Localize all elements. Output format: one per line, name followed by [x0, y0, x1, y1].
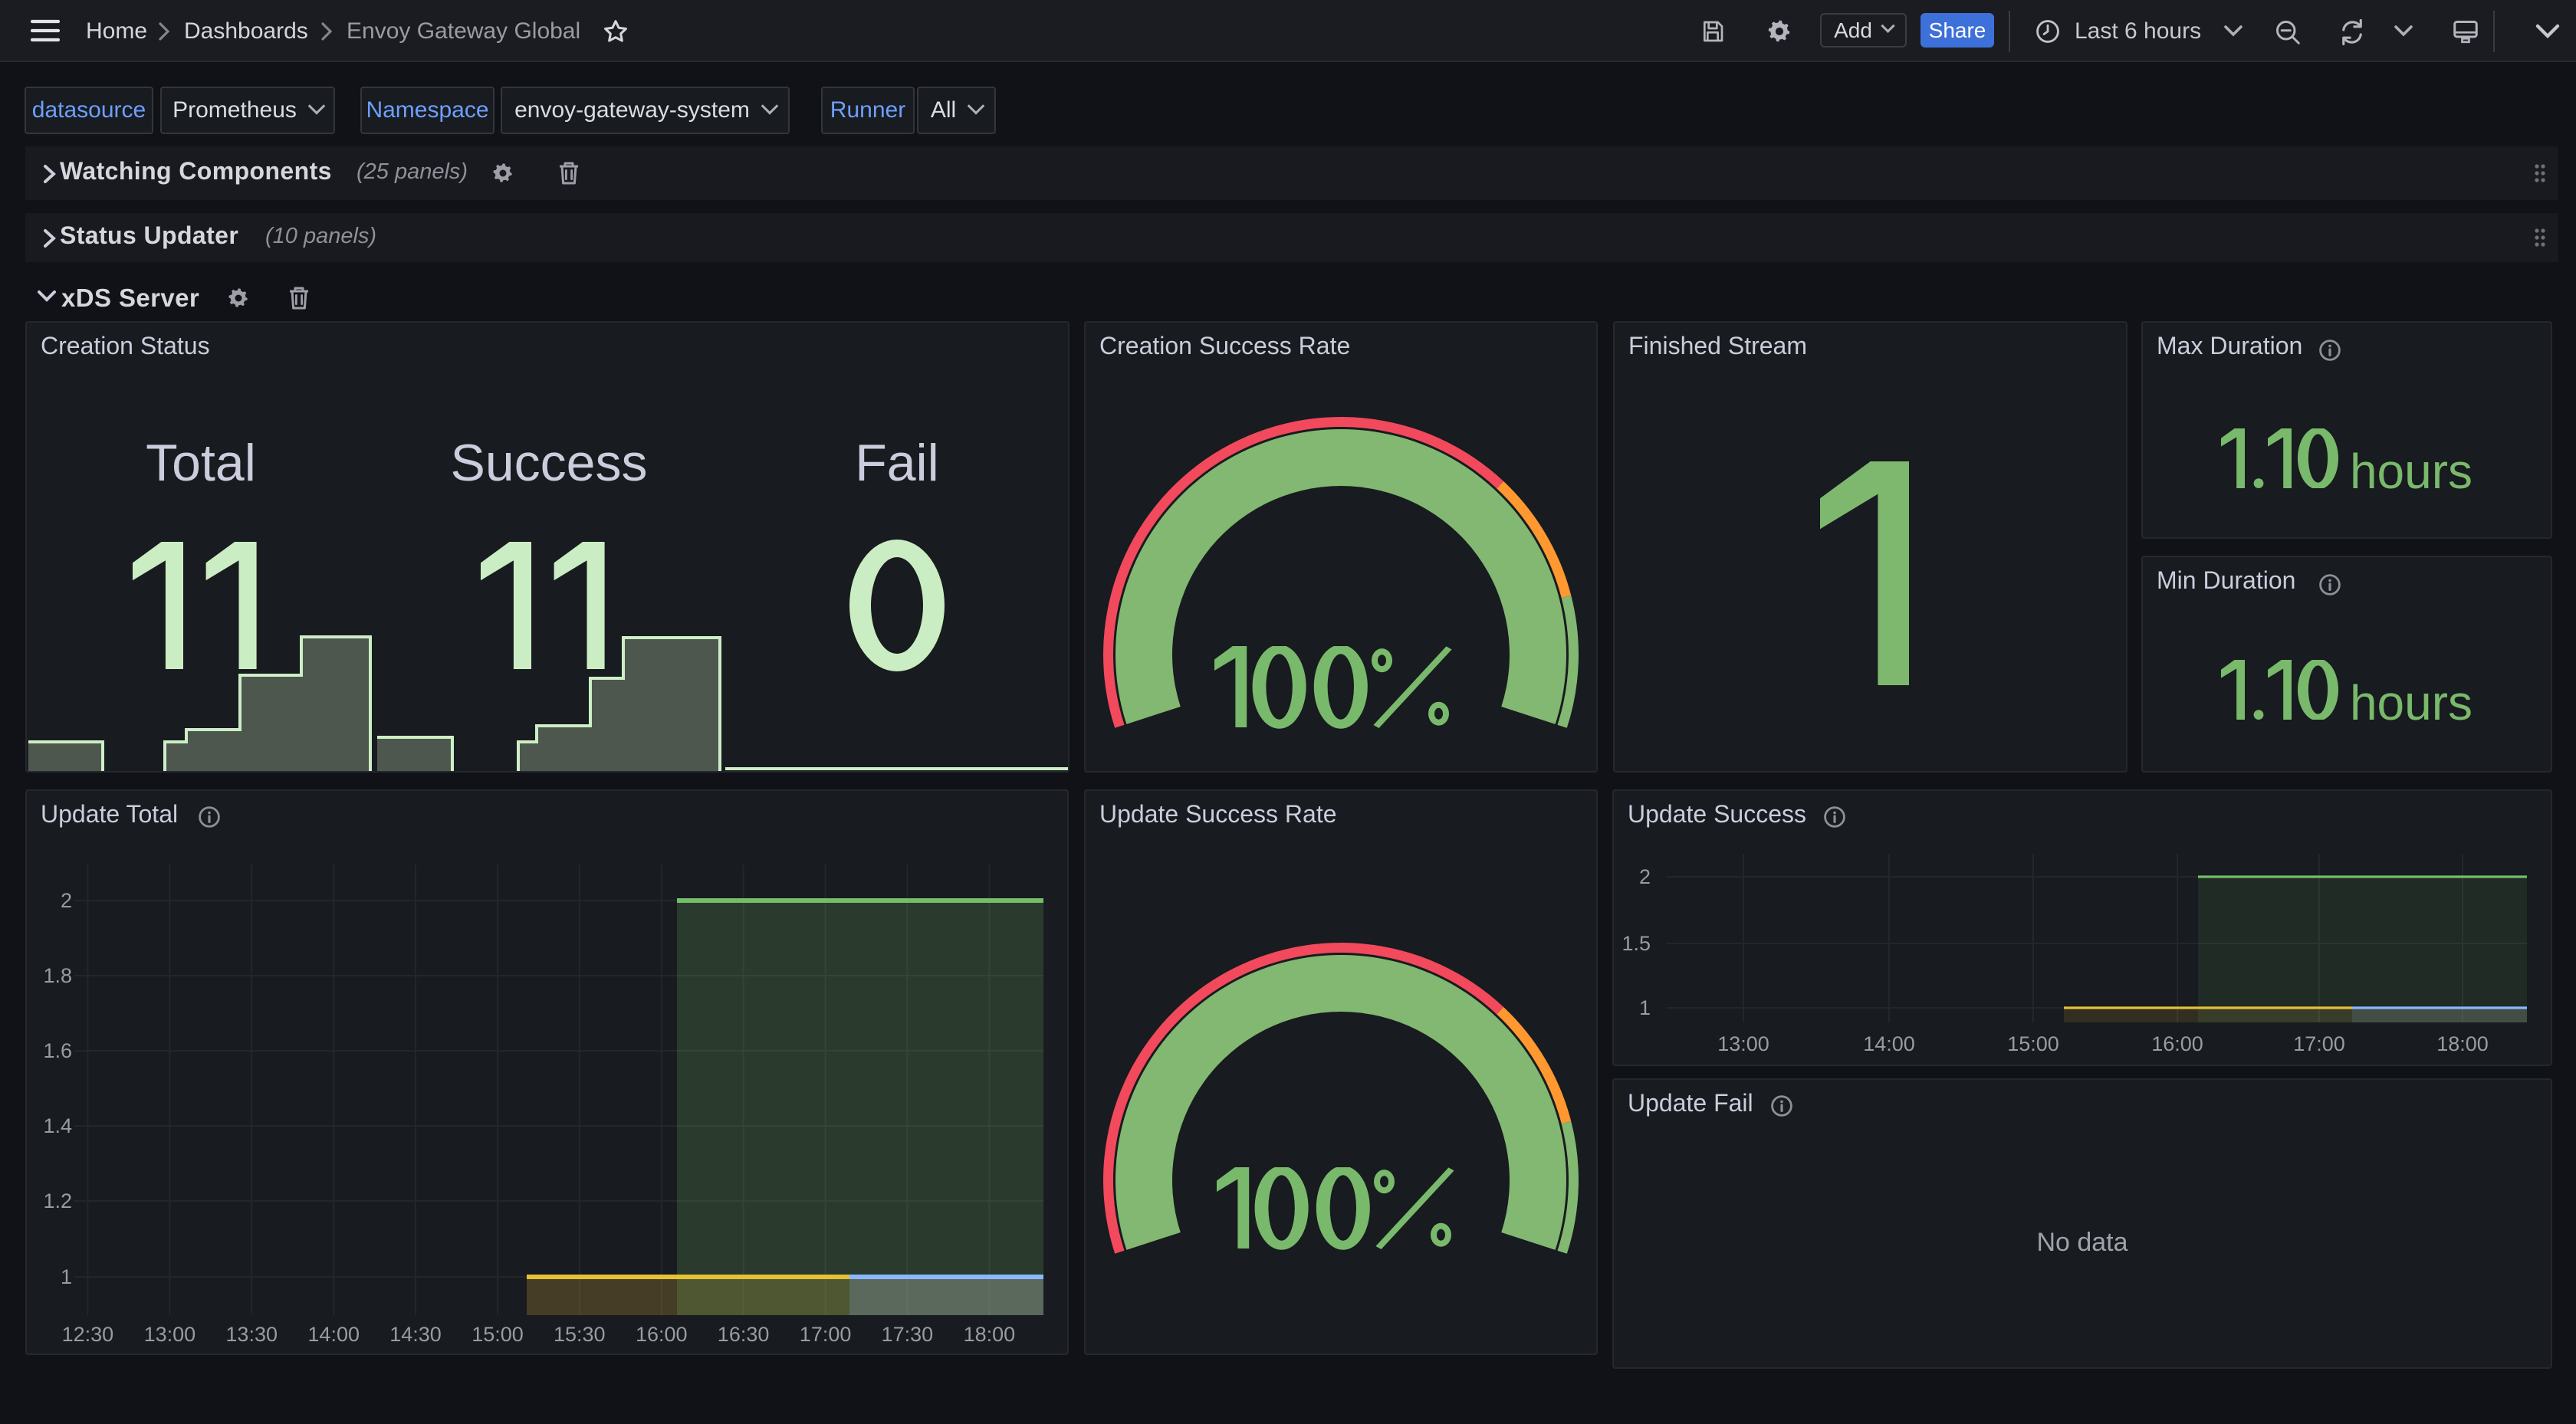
- svg-text:13:00: 13:00: [144, 1323, 196, 1346]
- svg-text:18:00: 18:00: [964, 1323, 1016, 1346]
- svg-text:16:30: 16:30: [718, 1323, 770, 1346]
- svg-text:13:00: 13:00: [1717, 1032, 1769, 1055]
- svg-text:1.8: 1.8: [43, 964, 72, 987]
- svg-text:16:00: 16:00: [2151, 1032, 2203, 1055]
- svg-text:17:00: 17:00: [800, 1323, 852, 1346]
- svg-text:16:00: 16:00: [636, 1323, 688, 1346]
- svg-text:1: 1: [61, 1265, 72, 1288]
- svg-text:2: 2: [1639, 865, 1651, 888]
- svg-text:17:30: 17:30: [882, 1323, 934, 1346]
- svg-text:18:00: 18:00: [2436, 1032, 2489, 1055]
- svg-text:17:00: 17:00: [2293, 1032, 2345, 1055]
- svg-text:14:30: 14:30: [389, 1323, 442, 1346]
- svg-text:13:30: 13:30: [225, 1323, 278, 1346]
- svg-text:1.4: 1.4: [43, 1114, 72, 1137]
- svg-text:1.6: 1.6: [43, 1039, 72, 1062]
- svg-text:1: 1: [1639, 996, 1651, 1019]
- svg-text:12:30: 12:30: [62, 1323, 114, 1346]
- svg-text:15:00: 15:00: [2007, 1032, 2059, 1055]
- svg-text:15:30: 15:30: [554, 1323, 606, 1346]
- svg-text:15:00: 15:00: [472, 1323, 524, 1346]
- svg-text:14:00: 14:00: [307, 1323, 360, 1346]
- svg-text:1.5: 1.5: [1622, 932, 1651, 955]
- svg-text:14:00: 14:00: [1863, 1032, 1915, 1055]
- svg-text:2: 2: [61, 889, 72, 912]
- svg-text:1.2: 1.2: [43, 1189, 72, 1212]
